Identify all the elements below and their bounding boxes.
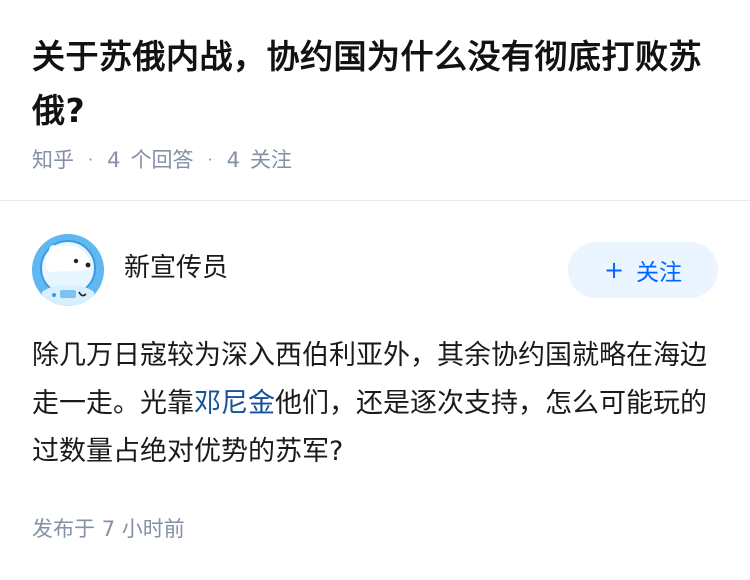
published-label: 发布于 (32, 517, 95, 541)
plus-icon: + (603, 256, 625, 284)
avatar[interactable] (32, 234, 104, 306)
polar-bear-astronaut-avatar-icon (32, 234, 104, 306)
follower-count-link[interactable]: 4 关注 (227, 144, 292, 174)
answer-author: 新宣传员 + 关注 (32, 234, 718, 306)
question-meta: 知乎 · 4 个回答 · 4 关注 (32, 142, 292, 176)
follow-button-label: 关注 (636, 260, 683, 286)
answer-count-label: 个回答 (130, 148, 194, 172)
answer-count-link[interactable]: 4 个回答 (107, 144, 193, 174)
separator-dot: · (88, 149, 94, 169)
author-name[interactable]: 新宣传员 (124, 250, 228, 286)
mention-link[interactable]: 邓尼金 (194, 388, 275, 419)
question-title[interactable]: 关于苏俄内战，协约国为什么没有彻底打败苏俄? (32, 30, 722, 138)
section-divider (0, 200, 750, 201)
follow-button[interactable]: + 关注 (568, 242, 718, 298)
answer-time: 发布于 7 小时前 (32, 510, 185, 548)
separator-dot: · (207, 149, 213, 169)
answer-content: 除几万日寇较为深入西伯利亚外，其余协约国就略在海边走一走。光靠邓尼金他们，还是逐… (32, 332, 722, 476)
source-label[interactable]: 知乎 (32, 144, 74, 174)
follower-count: 4 (226, 148, 240, 172)
answer-count: 4 (107, 148, 121, 172)
published-time: 7 小时前 (101, 517, 185, 541)
follower-count-label: 关注 (249, 148, 292, 172)
